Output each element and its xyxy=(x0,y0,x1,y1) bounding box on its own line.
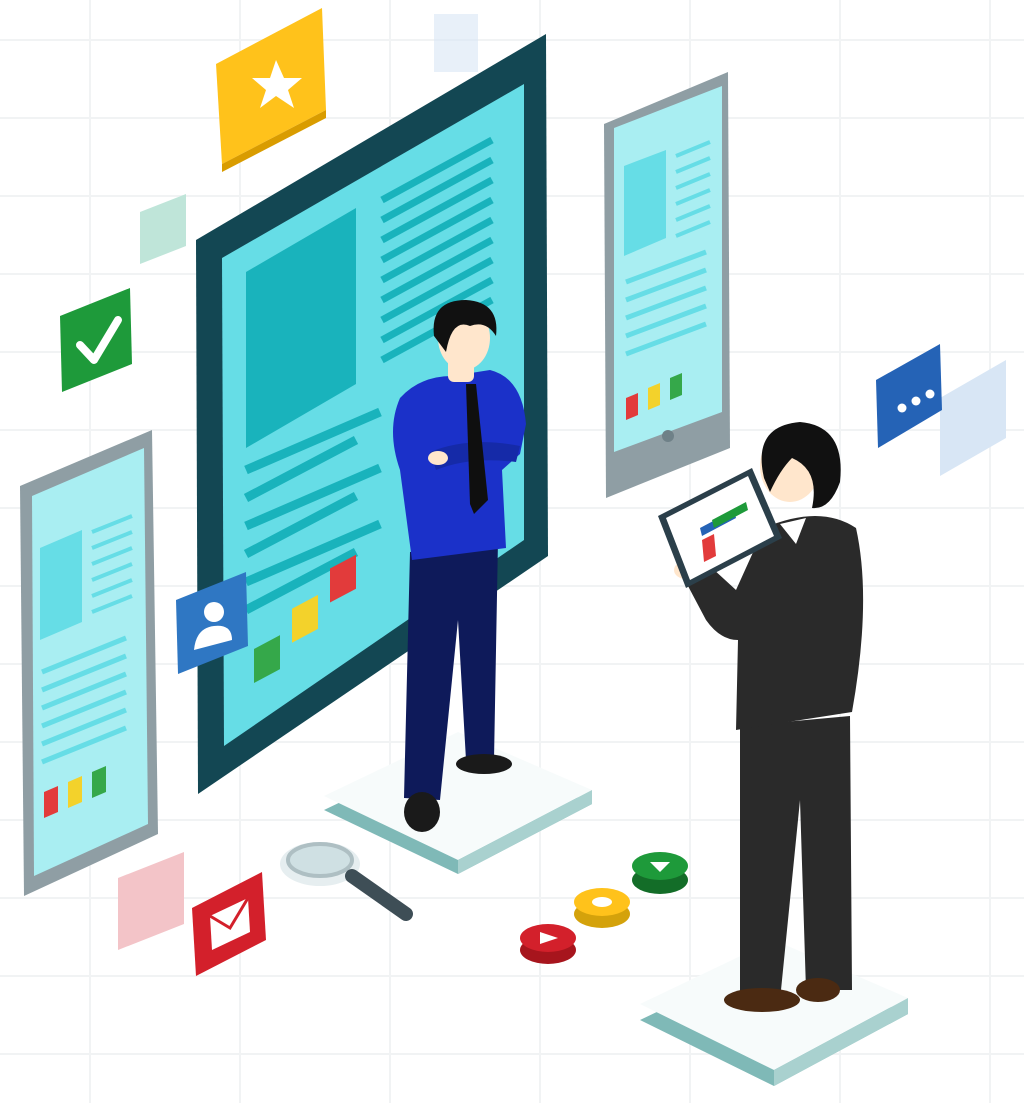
play-button-green xyxy=(632,852,688,894)
right-tablet xyxy=(604,72,730,498)
chat-badge xyxy=(876,344,942,448)
tablet-avatar-block xyxy=(624,150,666,256)
floating-blue-square-top xyxy=(434,14,478,72)
magnifier-icon xyxy=(280,842,413,921)
floating-pink-square xyxy=(118,852,184,950)
record-button-yellow-icon xyxy=(592,897,612,907)
mail-badge xyxy=(192,872,266,976)
left-platform xyxy=(324,732,592,874)
phone-avatar-block xyxy=(40,530,82,640)
play-button-red xyxy=(520,924,576,964)
left-phone xyxy=(20,430,158,896)
star-badge xyxy=(216,8,326,172)
tablet-home-button xyxy=(662,430,674,442)
floating-mint-square xyxy=(140,194,186,264)
check-badge xyxy=(60,288,132,392)
record-button-yellow xyxy=(574,888,630,928)
business-analysis-illustration xyxy=(0,0,1024,1103)
floating-blue-square-right xyxy=(940,360,1006,476)
